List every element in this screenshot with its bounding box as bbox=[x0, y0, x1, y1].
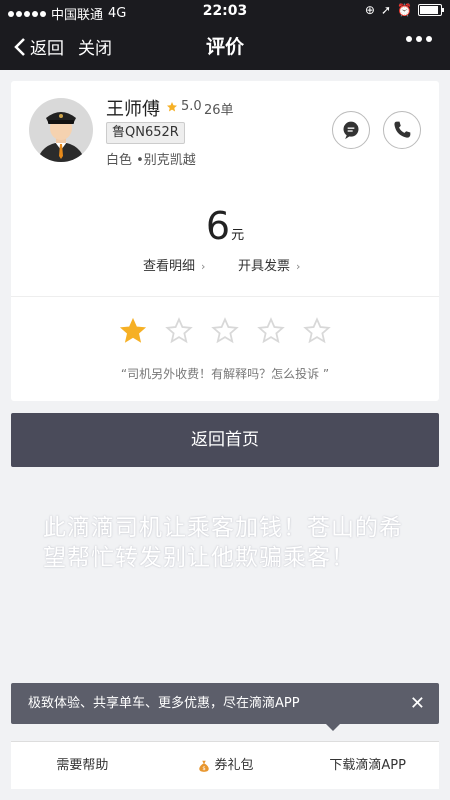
rating-value: 5.0 bbox=[181, 99, 202, 114]
message-button[interactable] bbox=[332, 111, 370, 149]
lock-rotation-icon: ⊕ bbox=[364, 3, 375, 17]
star-small-icon bbox=[167, 101, 177, 111]
close-button[interactable]: 关闭 bbox=[78, 34, 112, 59]
invoice-link[interactable]: 开具发票 › bbox=[238, 255, 300, 274]
location-icon: ➚ bbox=[380, 3, 392, 17]
chevron-right-icon: › bbox=[201, 260, 206, 273]
chevron-right-icon: › bbox=[296, 260, 301, 273]
star-1-icon[interactable] bbox=[119, 317, 147, 345]
license-plate: 鲁QN652R bbox=[106, 122, 185, 144]
invoice-label: 开具发票 bbox=[238, 259, 291, 274]
car-description: 白色 •别克凯越 bbox=[106, 153, 196, 168]
phone-icon bbox=[394, 121, 411, 138]
status-bar: 中国联通 4G 22:03 ⊕ ➚ ⏰ bbox=[0, 0, 450, 23]
review-card: 王师傅 5.0 26单 鲁QN652R 白色 •别克凯越 6元 查看明细 › 开具… bbox=[11, 81, 439, 401]
tab-coupons[interactable]: $ 券礼包 bbox=[154, 742, 297, 789]
order-count: 26单 bbox=[204, 103, 234, 118]
divider bbox=[11, 296, 439, 297]
driver-name: 王师傅 bbox=[106, 99, 160, 120]
close-icon[interactable]: ✕ bbox=[410, 683, 425, 724]
page-title: 评价 bbox=[205, 36, 244, 58]
chat-bubble-icon bbox=[343, 121, 359, 140]
tab-help-label: 需要帮助 bbox=[56, 758, 109, 773]
fare-amount: 6元 bbox=[11, 204, 439, 248]
nav-bar: 返回 关闭 评价 bbox=[0, 22, 450, 70]
star-4-icon[interactable] bbox=[257, 317, 285, 345]
driver-rating: 5.0 bbox=[166, 99, 202, 114]
tab-help[interactable]: 需要帮助 bbox=[11, 742, 154, 789]
complaint-hint[interactable]: “司机另外收费！有解释吗？怎么投诉 ” bbox=[11, 365, 439, 382]
money-bag-icon: $ bbox=[198, 760, 209, 772]
star-5-icon[interactable] bbox=[303, 317, 331, 345]
back-label: 返回 bbox=[30, 39, 64, 59]
star-rating[interactable] bbox=[119, 317, 331, 345]
view-details-label: 查看明细 bbox=[143, 259, 196, 274]
driver-avatar bbox=[29, 98, 93, 162]
fare-unit: 元 bbox=[231, 228, 245, 243]
tab-download-label: 下载滴滴APP bbox=[329, 758, 406, 773]
tab-download[interactable]: 下载滴滴APP bbox=[296, 742, 439, 789]
call-button[interactable] bbox=[383, 111, 421, 149]
svg-text:$: $ bbox=[202, 766, 205, 772]
chevron-left-icon bbox=[14, 37, 25, 56]
bottom-tab-bar: 需要帮助 $ 券礼包 下载滴滴APP bbox=[11, 741, 439, 789]
promo-tip: 极致体验、共享单车、更多优惠，尽在滴滴APP ✕ bbox=[11, 683, 439, 724]
star-2-icon[interactable] bbox=[165, 317, 193, 345]
more-options-button[interactable] bbox=[406, 36, 432, 42]
alarm-icon: ⏰ bbox=[397, 3, 412, 17]
tab-coupons-label: 券礼包 bbox=[214, 758, 254, 773]
view-details-link[interactable]: 查看明细 › bbox=[143, 255, 205, 274]
back-button[interactable]: 返回 bbox=[14, 34, 64, 59]
return-home-button[interactable]: 返回首页 bbox=[11, 413, 439, 467]
tip-arrow bbox=[326, 724, 340, 731]
overlay-caption: 此滴滴司机让乘客加钱！苍山的希望帮忙转发别让他欺骗乘客！ bbox=[43, 515, 403, 571]
star-3-icon[interactable] bbox=[211, 317, 239, 345]
battery-icon bbox=[418, 4, 444, 16]
promo-tip-text: 极致体验、共享单车、更多优惠，尽在滴滴APP bbox=[28, 696, 300, 711]
fare-value: 6 bbox=[205, 204, 231, 248]
